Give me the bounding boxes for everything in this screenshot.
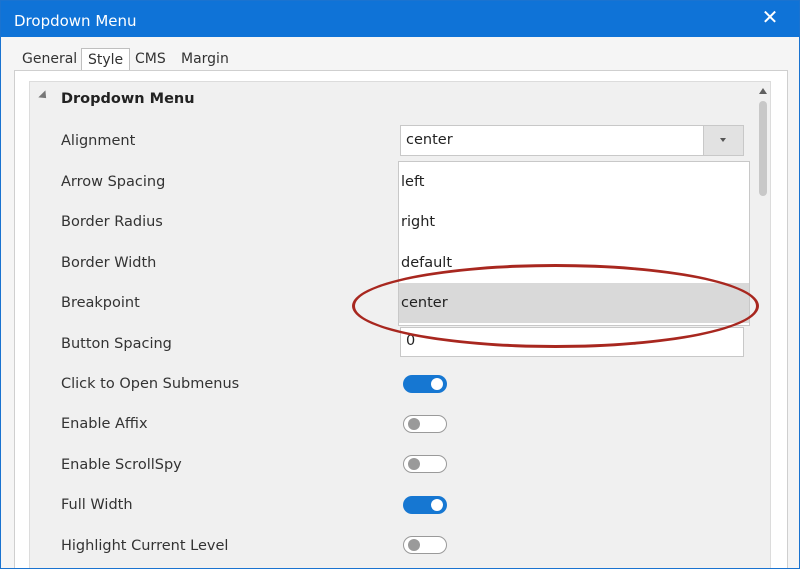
tab-general[interactable]: General	[22, 48, 77, 70]
label-highlight-current-level: Highlight Current Level	[61, 538, 229, 554]
label-click-to-open-submenus: Click to Open Submenus	[61, 376, 240, 392]
toggle-enable-scrollspy[interactable]	[403, 455, 447, 473]
label-enable-affix: Enable Affix	[61, 416, 148, 432]
label-border-width: Border Width	[61, 255, 157, 271]
label-full-width: Full Width	[61, 497, 133, 513]
button-spacing-input[interactable]: 0	[400, 327, 744, 357]
tab-cms[interactable]: CMS	[135, 48, 166, 70]
label-alignment: Alignment	[61, 133, 136, 149]
dialog-window: Dropdown Menu ✕ General Style CMS Margin…	[0, 0, 800, 569]
scrollbar-thumb[interactable]	[759, 101, 767, 196]
label-border-radius: Border Radius	[61, 214, 163, 230]
tab-style[interactable]: Style	[81, 48, 131, 72]
alignment-select[interactable]: center	[400, 125, 744, 156]
option-label: right	[401, 214, 436, 230]
toggle-knob	[431, 378, 443, 390]
option-label: default	[401, 255, 453, 271]
button-spacing-value: 0	[406, 333, 416, 349]
dropdown-option-center[interactable]: center	[399, 283, 749, 323]
toggle-click-to-open-submenus[interactable]	[403, 375, 447, 393]
title-bar: Dropdown Menu ✕	[1, 1, 799, 37]
tab-margin[interactable]: Margin	[181, 48, 229, 70]
toggle-full-width[interactable]	[403, 496, 447, 514]
window-title: Dropdown Menu	[14, 12, 137, 30]
toggle-knob	[408, 539, 420, 551]
dropdown-option-left[interactable]: left	[399, 162, 749, 202]
chevron-down-icon	[720, 138, 726, 142]
dropdown-option-right[interactable]: right	[399, 202, 749, 242]
section-title: Dropdown Menu	[61, 91, 195, 107]
toggle-knob	[431, 499, 443, 511]
dropdown-option-default[interactable]: default	[399, 243, 749, 283]
label-arrow-spacing: Arrow Spacing	[61, 174, 166, 190]
vertical-scrollbar[interactable]	[756, 83, 770, 568]
scroll-up-arrow-icon[interactable]	[759, 88, 767, 94]
label-enable-scrollspy: Enable ScrollSpy	[61, 457, 182, 473]
tab-panel: Dropdown Menu Alignment Arrow Spacing Bo…	[14, 70, 788, 568]
toggle-knob	[408, 418, 420, 430]
alignment-dropdown-button[interactable]	[703, 126, 743, 155]
label-button-spacing: Button Spacing	[61, 336, 172, 352]
close-icon[interactable]: ✕	[759, 6, 781, 28]
option-label: center	[401, 295, 448, 311]
option-label: left	[401, 174, 425, 190]
label-breakpoint: Breakpoint	[61, 295, 140, 311]
alignment-select-value: center	[406, 132, 453, 148]
alignment-dropdown-list: left right default center	[398, 161, 750, 326]
toggle-highlight-current-level[interactable]	[403, 536, 447, 554]
toggle-knob	[408, 458, 420, 470]
toggle-enable-affix[interactable]	[403, 415, 447, 433]
